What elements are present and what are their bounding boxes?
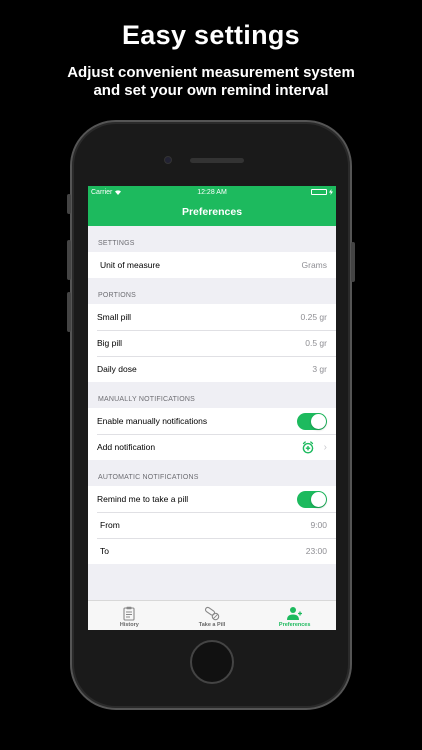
section-header-automatic: AUTOMATIC NOTIFICATIONS <box>98 474 199 481</box>
earpiece-speaker <box>190 158 244 163</box>
tab-history[interactable]: History <box>88 601 171 630</box>
pills-icon <box>204 606 220 621</box>
portion-value: 0.25 gr <box>300 312 327 322</box>
user-settings-icon <box>286 607 302 620</box>
clipboard-icon <box>123 606 135 621</box>
enable-manual-label: Enable manually notifications <box>97 416 208 426</box>
volume-up-button <box>67 240 71 280</box>
section-header-settings: SETTINGS <box>98 240 135 247</box>
nav-bar: Preferences <box>88 198 336 226</box>
portion-row-small-pill[interactable]: Small pill 0.25 gr <box>88 304 336 330</box>
tab-label: History <box>119 622 139 628</box>
portion-row-big-pill[interactable]: Big pill 0.5 gr <box>88 330 336 356</box>
portion-value: 0.5 gr <box>305 338 327 348</box>
to-value: 23:00 <box>305 546 327 556</box>
promo-subtitle-line2: and set your own remind interval <box>93 82 329 99</box>
mute-switch <box>67 194 71 214</box>
alarm-add-icon <box>302 440 313 453</box>
home-button[interactable] <box>190 640 234 684</box>
add-notification-label: Add notification <box>97 442 156 452</box>
remind-label: Remind me to take a pill <box>97 494 189 504</box>
portion-value: 3 gr <box>312 364 327 374</box>
from-label: From <box>100 520 120 530</box>
to-label: To <box>100 546 109 556</box>
remind-row: Remind me to take a pill <box>88 486 336 512</box>
app-screen: Carrier 12:28 AM Preferences SETTINGS Un… <box>88 186 336 630</box>
section-header-manual: MANUALLY NOTIFICATIONS <box>98 396 195 403</box>
enable-manual-notifications-row: Enable manually notifications <box>88 408 336 434</box>
phone-frame: Carrier 12:28 AM Preferences SETTINGS Un… <box>67 120 355 710</box>
front-camera <box>164 156 172 164</box>
unit-label: Unit of measure <box>100 260 160 270</box>
portion-label: Big pill <box>97 338 123 348</box>
remind-toggle[interactable] <box>297 490 327 508</box>
tab-label: Preferences <box>278 622 311 628</box>
volume-down-button <box>67 292 71 332</box>
unit-of-measure-row[interactable]: Unit of measure Grams <box>88 252 336 278</box>
enable-manual-toggle[interactable] <box>297 412 327 430</box>
status-bar: Carrier 12:28 AM <box>88 186 336 198</box>
tab-preferences[interactable]: Preferences <box>253 601 336 630</box>
promo-title: Easy settings <box>122 20 300 50</box>
unit-value: Grams <box>301 260 328 270</box>
portion-label: Daily dose <box>97 364 137 374</box>
power-button <box>351 242 355 282</box>
from-time-row[interactable]: From 9:00 <box>88 512 336 538</box>
promo-subtitle-line1: Adjust convenient measurement system <box>67 64 355 81</box>
from-value: 9:00 <box>310 520 327 530</box>
add-notification-row[interactable]: Add notification › <box>88 434 336 460</box>
section-header-portions: PORTIONS <box>98 292 137 299</box>
promo-subtitle: Adjust convenient measurement system and… <box>0 64 422 100</box>
status-time: 12:28 AM <box>197 188 227 196</box>
tab-take-a-pill[interactable]: Take a Pill <box>171 601 254 630</box>
tab-bar: History Take a Pill Preferences <box>88 600 336 630</box>
portion-label: Small pill <box>97 312 132 322</box>
to-time-row[interactable]: To 23:00 <box>88 538 336 564</box>
page-title: Preferences <box>181 206 243 218</box>
chevron-right-icon: › <box>323 441 327 453</box>
portion-row-daily-dose[interactable]: Daily dose 3 gr <box>88 356 336 382</box>
tab-label: Take a Pill <box>198 622 226 628</box>
